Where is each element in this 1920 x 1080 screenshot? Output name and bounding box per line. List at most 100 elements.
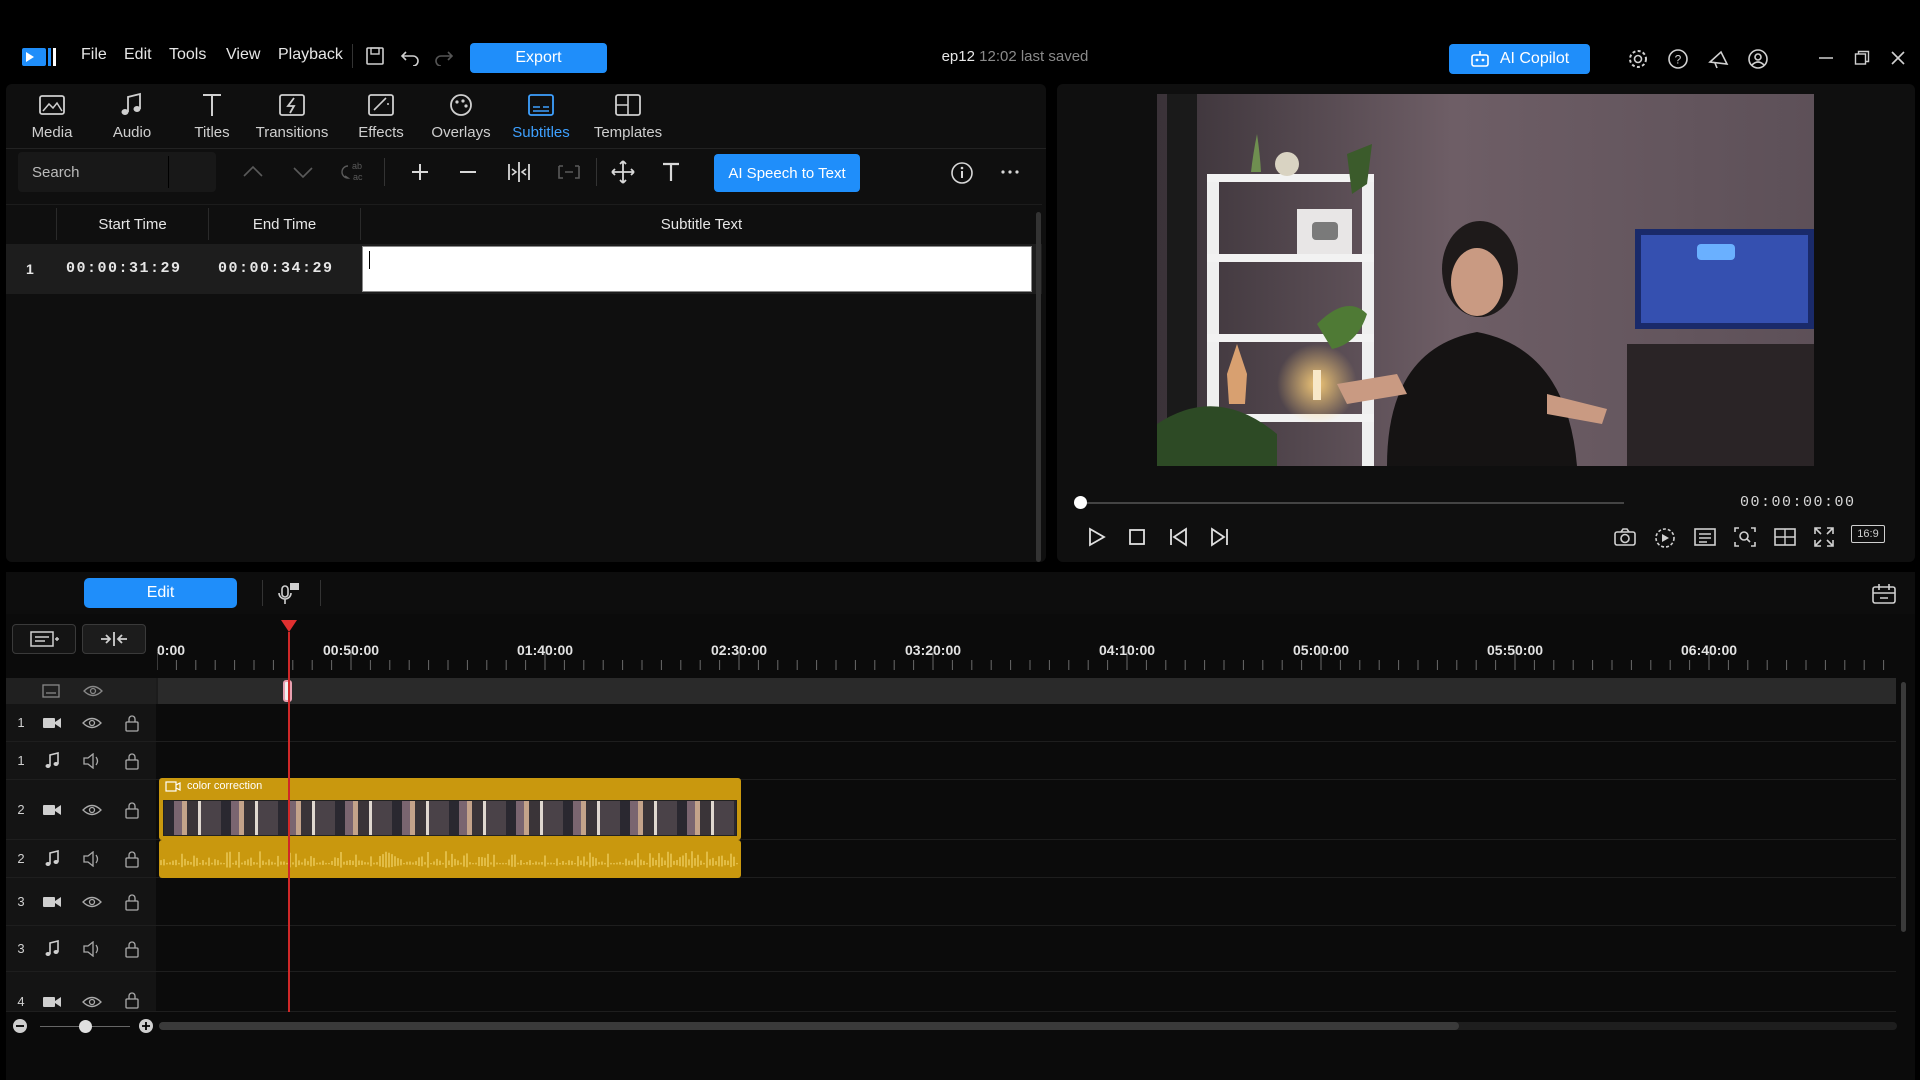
next-frame-icon[interactable] — [1207, 526, 1231, 548]
audio-clip[interactable] — [159, 840, 741, 878]
track-header-audio-2: 2 — [6, 840, 156, 877]
tab-templates-label: Templates — [593, 124, 663, 141]
settings-gear-icon[interactable] — [1627, 48, 1649, 70]
visibility-eye-icon[interactable] — [72, 716, 112, 730]
preview-scrubber-track[interactable] — [1079, 502, 1624, 504]
move-down-icon[interactable] — [292, 162, 314, 182]
lock-icon[interactable] — [112, 752, 152, 770]
more-options-icon[interactable] — [1000, 164, 1020, 180]
help-icon[interactable]: ? — [1667, 48, 1689, 70]
voice-record-icon[interactable] — [274, 582, 300, 606]
subtitle-row[interactable]: 1 00:00:31:29 00:00:34:29 — [6, 244, 1042, 294]
zoom-in-icon[interactable] — [138, 1018, 154, 1034]
add-track-button[interactable] — [12, 624, 76, 654]
video-camera-icon — [32, 995, 72, 1009]
subtitle-visibility-eye-icon[interactable] — [83, 684, 103, 698]
tab-media[interactable]: Media — [12, 92, 92, 152]
tab-titles[interactable]: Titles — [172, 92, 252, 152]
subtitle-start-time[interactable]: 00:00:31:29 — [66, 260, 182, 277]
close-icon[interactable] — [1890, 50, 1906, 66]
visibility-eye-icon[interactable] — [72, 803, 112, 817]
minimize-icon[interactable] — [1818, 50, 1834, 66]
timeline-vertical-scrollbar[interactable] — [1901, 682, 1906, 932]
ai-speech-to-text-button[interactable]: AI Speech to Text — [714, 154, 860, 192]
edit-mode-button[interactable]: Edit — [84, 578, 237, 608]
visibility-eye-icon[interactable] — [72, 995, 112, 1009]
notifications-icon[interactable] — [1707, 48, 1731, 70]
menu-edit[interactable]: Edit — [124, 46, 152, 64]
position-move-icon[interactable] — [610, 159, 636, 185]
add-subtitle-icon[interactable] — [410, 162, 430, 182]
toolbar-divider-2 — [596, 158, 597, 186]
menu-file[interactable]: File — [81, 46, 107, 64]
find-replace-icon[interactable]: ab ac — [340, 160, 366, 184]
info-icon[interactable] — [950, 161, 974, 185]
lock-icon[interactable] — [112, 801, 152, 819]
subtitle-search-input[interactable]: Search — [18, 152, 216, 192]
lock-icon[interactable] — [112, 940, 152, 958]
fullscreen-icon[interactable] — [1813, 526, 1835, 548]
split-subtitle-icon[interactable] — [506, 160, 532, 184]
export-button[interactable]: Export — [470, 43, 607, 73]
timeline-panel: Edit 0:00 00:50:00 01:40:00 02:30:00 03:… — [6, 572, 1915, 1080]
preview-scrubber-handle[interactable] — [1074, 496, 1087, 509]
video-clip[interactable]: color correction — [159, 778, 741, 840]
room-tabs-divider — [6, 148, 1046, 149]
speaker-icon[interactable] — [72, 940, 112, 957]
subtitle-text-input[interactable] — [362, 246, 1032, 292]
tab-transitions[interactable]: Transitions — [252, 92, 332, 152]
previous-frame-icon[interactable] — [1167, 526, 1191, 548]
fit-timeline-button[interactable] — [82, 624, 146, 654]
subtitle-track-lane[interactable] — [158, 678, 1896, 704]
ai-copilot-button[interactable]: AI Copilot — [1449, 44, 1590, 74]
timeline-header-divider-2 — [320, 580, 321, 606]
snapshot-camera-icon[interactable] — [1613, 527, 1637, 547]
visibility-eye-icon[interactable] — [72, 895, 112, 909]
zoom-out-icon[interactable] — [12, 1018, 28, 1034]
zoom-slider-handle[interactable] — [79, 1020, 92, 1033]
account-icon[interactable] — [1747, 48, 1769, 70]
tab-templates[interactable]: Templates — [588, 92, 668, 152]
text-format-icon[interactable] — [660, 161, 682, 183]
timeline-horizontal-scroll-thumb[interactable] — [159, 1022, 1459, 1030]
play-icon[interactable] — [1085, 526, 1107, 548]
speaker-icon[interactable] — [72, 752, 112, 769]
playhead-handle[interactable] — [281, 620, 297, 632]
undock-preview-icon[interactable] — [1773, 527, 1797, 547]
column-end-time[interactable]: End Time — [208, 208, 360, 240]
lock-icon[interactable] — [112, 893, 152, 911]
menu-tools[interactable]: Tools — [169, 46, 206, 64]
robot-icon — [1471, 51, 1489, 67]
save-icon[interactable] — [365, 46, 385, 66]
menu-view[interactable]: View — [226, 46, 260, 64]
display-settings-icon[interactable] — [1693, 527, 1717, 547]
restore-icon[interactable] — [1854, 50, 1870, 66]
zoom-preview-icon[interactable] — [1733, 526, 1757, 548]
lock-icon[interactable] — [112, 991, 152, 1009]
lock-icon[interactable] — [112, 714, 152, 732]
menu-playback[interactable]: Playback — [278, 46, 343, 64]
tab-overlays-label: Overlays — [431, 124, 491, 141]
stop-icon[interactable] — [1127, 527, 1147, 547]
remove-subtitle-icon[interactable] — [458, 162, 478, 182]
speaker-icon[interactable] — [72, 850, 112, 867]
subtitle-list-scrollbar[interactable] — [1036, 212, 1041, 562]
move-up-icon[interactable] — [242, 162, 264, 182]
undo-icon[interactable] — [400, 46, 420, 66]
tab-audio[interactable]: Audio — [92, 92, 172, 152]
lock-icon[interactable] — [112, 850, 152, 868]
subtitle-end-time[interactable]: 00:00:34:29 — [218, 260, 334, 277]
tab-effects[interactable]: Effects — [341, 92, 421, 152]
merge-subtitle-icon[interactable] — [556, 160, 582, 184]
column-subtitle-text[interactable]: Subtitle Text — [360, 208, 1042, 240]
track-number: 2 — [17, 802, 25, 817]
fit-to-window-icon — [101, 632, 127, 646]
column-start-time[interactable]: Start Time — [56, 208, 208, 240]
timeline-ruler[interactable] — [157, 626, 1897, 670]
aspect-ratio-button[interactable]: 16:9 — [1851, 525, 1885, 543]
preview-quality-icon[interactable] — [1653, 527, 1677, 549]
tab-overlays[interactable]: Overlays — [421, 92, 501, 152]
tab-subtitles[interactable]: Subtitles — [501, 92, 581, 152]
redo-icon[interactable] — [434, 46, 454, 66]
timeline-settings-icon[interactable] — [1870, 582, 1898, 606]
